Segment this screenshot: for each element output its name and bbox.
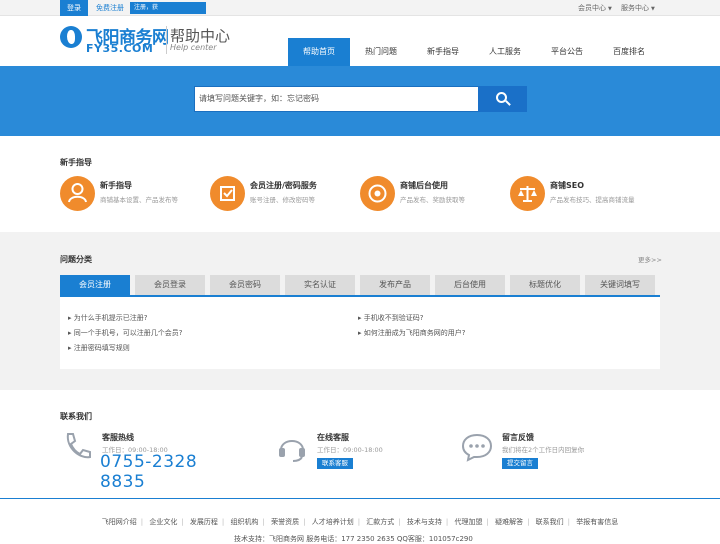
footer-link[interactable]: 飞阳网介绍 — [102, 517, 137, 527]
register-link[interactable]: 免费注册 — [96, 0, 124, 16]
phone-icon — [60, 430, 94, 464]
hotline-title: 客服热线 — [102, 433, 134, 442]
chat-bubble-icon — [460, 430, 494, 464]
person-icon — [60, 176, 95, 211]
footer-link[interactable]: 联系我们 — [536, 517, 564, 527]
logo-divider — [166, 26, 167, 54]
question-text: 如何注册成为飞阳商务网的用户? — [363, 329, 466, 337]
footer-links: 飞阳网介绍 | 企业文化 | 发展历程 | 组织机构 | 荣誉资质 | 人才培养计划 | 汇… — [101, 517, 619, 527]
guide-item-desc: 产品发布技巧、提高商铺流量 — [550, 196, 635, 204]
guide-item[interactable]: 会员注册/密码服务 账号注册、修改密码等 — [210, 176, 360, 216]
footer-link[interactable]: 荣誉资质 — [271, 517, 299, 527]
login-link[interactable]: 登录 — [60, 0, 88, 16]
footer-link[interactable]: 举报有害信息 — [576, 517, 618, 527]
question-link[interactable]: ▸ 同一个手机号，可以注册几个会员? — [68, 328, 182, 338]
footer-link[interactable]: 疑难解答 — [495, 517, 523, 527]
register-tip: 注册，获 — [130, 2, 206, 14]
nav-announcements[interactable]: 平台公告 — [536, 38, 598, 66]
target-icon — [360, 176, 395, 211]
hotline-block: 客服热线 工作日：09:00-18:00 0755-2328 8835 — [60, 430, 240, 492]
question-text: 注册密码填写规则 — [73, 344, 130, 352]
footer-link[interactable]: 汇款方式 — [366, 517, 394, 527]
scale-icon — [510, 176, 545, 211]
nav-help-home[interactable]: 帮助首页 — [288, 38, 350, 66]
more-link[interactable]: 更多>> — [638, 254, 662, 264]
member-center-menu[interactable]: 会员中心 ▼ — [578, 0, 612, 17]
feedback-desc: 我们将在2个工作日内回复你 — [502, 446, 585, 454]
headset-icon — [275, 430, 309, 464]
guide-section-title: 新手指导 — [60, 158, 92, 167]
guide-item-title: 商铺后台使用 — [400, 181, 448, 190]
main-nav: 帮助首页 热门问题 新手指导 人工服务 平台公告 百度排名 — [288, 38, 660, 66]
question-link[interactable]: ▸ 为什么手机提示已注册? — [68, 313, 147, 323]
top-bar: 登录 免费注册 注册，获 会员中心 ▼ 服务中心 ▼ — [0, 0, 720, 16]
service-center-menu[interactable]: 服务中心 ▼ — [621, 0, 655, 17]
guide-item[interactable]: 商铺后台使用 产品发布、奖励获取等 — [360, 176, 510, 216]
nav-baidu-ranking[interactable]: 百度排名 — [598, 38, 660, 66]
guide-item-title: 会员注册/密码服务 — [250, 181, 317, 190]
nav-beginner-guide[interactable]: 新手指导 — [412, 38, 474, 66]
nav-hot-questions[interactable]: 热门问题 — [350, 38, 412, 66]
page-subtitle: Help center — [170, 43, 217, 52]
online-service-block: 在线客服 工作日：09:00-18:00 联系客服 — [275, 430, 455, 470]
submit-feedback-button[interactable]: 提交留言 — [502, 458, 538, 469]
chevron-down-icon: ▼ — [608, 6, 612, 12]
checkbox-icon — [210, 176, 245, 211]
contact-section-title: 联系我们 — [60, 412, 92, 421]
online-service-hours: 工作日：09:00-18:00 — [317, 446, 383, 454]
guide-item[interactable]: 新手指导 商铺基本设置、产品发布等 — [60, 176, 210, 216]
footer-link[interactable]: 代理加盟 — [454, 517, 482, 527]
footer-link[interactable]: 发展历程 — [190, 517, 218, 527]
tab-keywords[interactable]: 关键词填写 — [585, 275, 655, 295]
feedback-title: 留言反馈 — [502, 433, 534, 442]
question-link[interactable]: ▸ 如何注册成为飞阳商务网的用户? — [358, 328, 465, 338]
guide-item-desc: 产品发布、奖励获取等 — [400, 196, 465, 204]
search-input[interactable]: 请填写问题关键字，如：忘记密码 — [194, 86, 478, 112]
hotline-number: 0755-2328 8835 — [100, 452, 198, 492]
guide-item-desc: 商铺基本设置、产品发布等 — [100, 196, 178, 204]
guide-item-desc: 账号注册、修改密码等 — [250, 196, 315, 204]
nav-manual-service[interactable]: 人工服务 — [474, 38, 536, 66]
online-service-title: 在线客服 — [317, 433, 349, 442]
footer-link[interactable]: 技术与支持 — [407, 517, 442, 527]
tab-publish-product[interactable]: 发布产品 — [360, 275, 430, 295]
question-link[interactable]: ▸ 手机收不到验证码? — [358, 313, 423, 323]
tab-backend-usage[interactable]: 后台使用 — [435, 275, 505, 295]
header: 飞阳商务网 FY35.COM 帮助中心 Help center 帮助首页 热门问… — [0, 16, 720, 66]
service-center-label: 服务中心 — [621, 4, 649, 12]
tab-member-password[interactable]: 会员密码 — [210, 275, 280, 295]
feedback-block: 留言反馈 我们将在2个工作日内回复你 提交留言 — [460, 430, 640, 470]
tab-member-register[interactable]: 会员注册 — [60, 275, 130, 295]
footer-link[interactable]: 组织机构 — [231, 517, 259, 527]
question-text: 为什么手机提示已注册? — [73, 314, 148, 322]
question-text: 手机收不到验证码? — [363, 314, 424, 322]
footer-link[interactable]: 企业文化 — [149, 517, 177, 527]
guide-item-title: 新手指导 — [100, 181, 132, 190]
category-tabs: 会员注册 会员登录 会员密码 实名认证 发布产品 后台使用 标题优化 关键词填写 — [60, 275, 660, 295]
question-link[interactable]: ▸ 注册密码填写规则 — [68, 343, 130, 353]
tab-title-optimize[interactable]: 标题优化 — [510, 275, 580, 295]
member-center-label: 会员中心 — [578, 4, 606, 12]
logo-icon[interactable] — [60, 26, 82, 48]
guide-item-title: 商铺SEO — [550, 181, 585, 190]
question-text: 同一个手机号，可以注册几个会员? — [73, 329, 183, 337]
tab-member-login[interactable]: 会员登录 — [135, 275, 205, 295]
tab-real-name[interactable]: 实名认证 — [285, 275, 355, 295]
chevron-down-icon: ▼ — [651, 6, 655, 12]
footer-divider — [0, 498, 720, 499]
search-button[interactable] — [478, 86, 527, 112]
contact-service-button[interactable]: 联系客服 — [317, 458, 353, 469]
categories-section-title: 问题分类 — [60, 255, 92, 264]
guide-item[interactable]: 商铺SEO 产品发布技巧、提高商铺流量 — [510, 176, 660, 216]
footer-contact-info: 技术支持：飞阳商务网 服务电话：177 2350 2635 QQ客服：10105… — [234, 535, 473, 543]
logo-domain[interactable]: FY35.COM — [86, 42, 153, 55]
footer-link[interactable]: 人才培养计划 — [312, 517, 354, 527]
